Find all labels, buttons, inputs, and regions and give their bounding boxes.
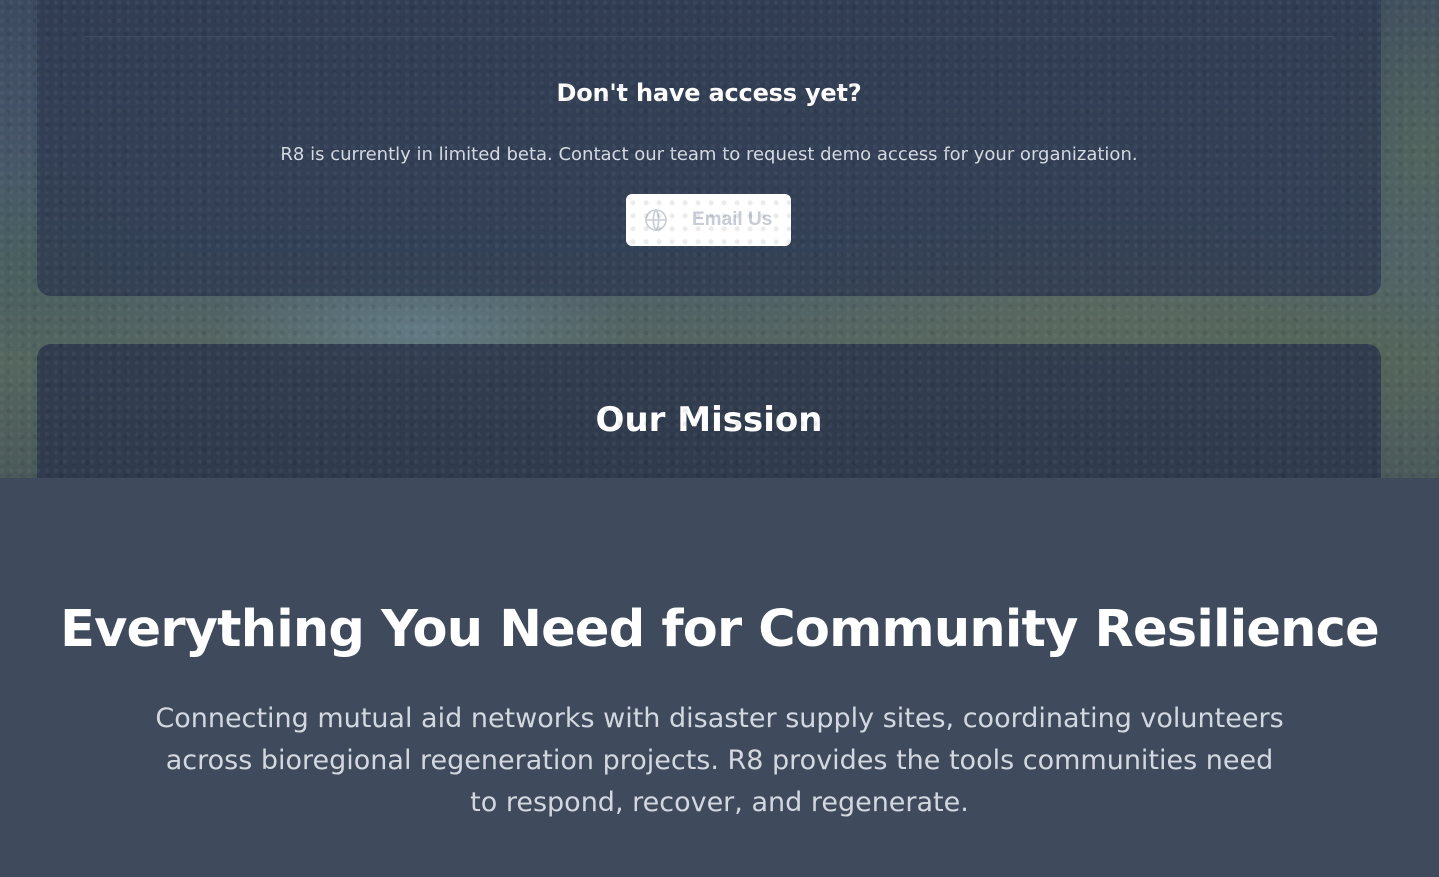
access-card: Don't have access yet? R8 is currently i…: [37, 0, 1381, 296]
mission-card: Our Mission: [37, 344, 1381, 478]
hero-background-image: Don't have access yet? R8 is currently i…: [0, 0, 1439, 478]
email-us-button[interactable]: Email Us: [626, 194, 791, 246]
access-title: Don't have access yet?: [556, 79, 862, 107]
divider: [85, 36, 1333, 37]
access-description: R8 is currently in limited beta. Contact…: [280, 144, 1138, 165]
features-description: Connecting mutual aid networks with disa…: [155, 703, 1284, 818]
mission-title: Our Mission: [595, 400, 823, 440]
features-title: Everything You Need for Community Resili…: [60, 600, 1380, 659]
email-us-label: Email Us: [692, 209, 773, 230]
page: Don't have access yet? R8 is currently i…: [0, 0, 1439, 877]
globe-icon: [644, 208, 668, 232]
features-section: Everything You Need for Community Resili…: [0, 478, 1439, 877]
